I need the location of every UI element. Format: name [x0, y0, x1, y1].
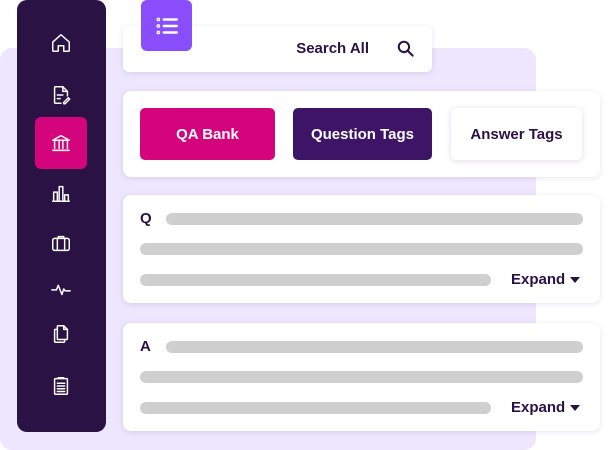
- home-icon: [52, 34, 70, 52]
- question-expand-button[interactable]: Expand: [511, 271, 581, 288]
- tab-question-tags[interactable]: Question Tags: [293, 108, 432, 160]
- placeholder-line: [140, 402, 491, 414]
- sidebar-item-home[interactable]: [35, 17, 87, 69]
- search-all-label: Search All: [296, 40, 369, 57]
- search-icon[interactable]: [396, 39, 415, 58]
- placeholder-line: [166, 341, 583, 353]
- answer-letter: A: [140, 338, 151, 355]
- expand-label: Expand: [511, 271, 566, 288]
- sidebar-item-reports[interactable]: [35, 167, 87, 219]
- caret-down-icon: [570, 404, 581, 411]
- sidebar: [17, 0, 106, 432]
- question-letter: Q: [140, 210, 152, 227]
- briefcase-icon: [52, 235, 70, 252]
- placeholder-line: [140, 274, 491, 286]
- question-card: Q Expand: [123, 195, 600, 303]
- sidebar-item-documents[interactable]: [35, 69, 87, 121]
- document-edit-icon: [53, 86, 71, 105]
- list-menu-button[interactable]: [141, 0, 192, 51]
- placeholder-line: [140, 243, 583, 255]
- list-menu-icon: [155, 17, 178, 34]
- sidebar-item-bank[interactable]: [35, 117, 87, 169]
- tab-answer-tags[interactable]: Answer Tags: [451, 108, 582, 160]
- placeholder-line: [166, 213, 583, 225]
- sidebar-item-files[interactable]: [35, 308, 87, 360]
- bar-chart-icon: [52, 185, 70, 202]
- caret-down-icon: [570, 276, 581, 283]
- answer-card: A Expand: [123, 323, 600, 431]
- copy-files-icon: [53, 325, 69, 343]
- tabs-bar: QA Bank Question Tags Answer Tags: [123, 91, 600, 177]
- clipboard-icon: [53, 377, 69, 395]
- answer-expand-button[interactable]: Expand: [511, 399, 581, 416]
- placeholder-line: [140, 371, 583, 383]
- sidebar-item-tasks[interactable]: [35, 360, 87, 412]
- sidebar-item-portfolio[interactable]: [35, 217, 87, 269]
- expand-label: Expand: [511, 399, 566, 416]
- activity-icon: [51, 284, 71, 296]
- tab-qa-bank[interactable]: QA Bank: [140, 108, 275, 160]
- bank-icon: [52, 134, 70, 152]
